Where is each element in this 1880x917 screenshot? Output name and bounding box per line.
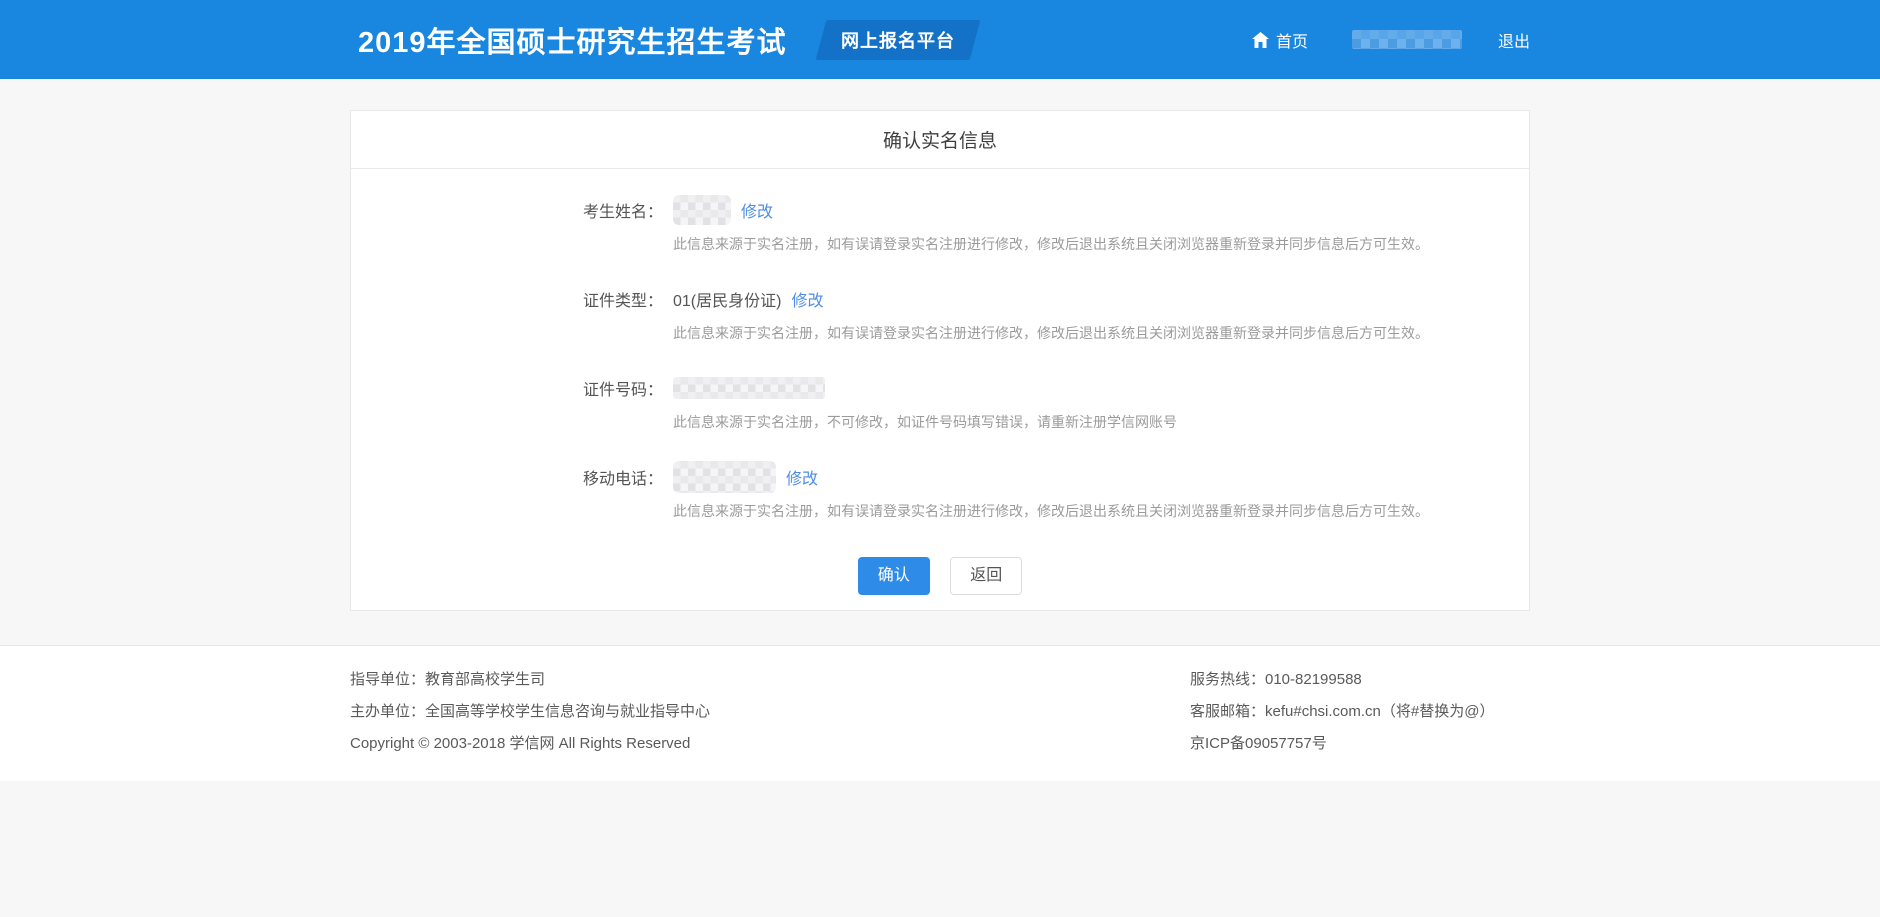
organizer-line: 主办单位：全国高等学校学生信息咨询与就业指导中心 xyxy=(350,701,1190,722)
masked-mobile xyxy=(673,461,776,493)
topbar-right: 首页 退出 xyxy=(1252,28,1530,52)
mobile-label: 移动电话： xyxy=(351,465,663,489)
email-line: 客服邮箱：kefu#chsi.com.cn（将#替换为@） xyxy=(1190,701,1530,722)
candidate-name-label: 考生姓名： xyxy=(351,198,663,222)
id-number-note: 此信息来源于实名注册，不可修改，如证件号码填写错误，请重新注册学信网账号 xyxy=(673,412,1529,432)
row-id-type: 证件类型： 01(居民身份证) 修改 此信息来源于实名注册，如有误请登录实名注册… xyxy=(351,284,1529,343)
edit-mobile-link[interactable]: 修改 xyxy=(786,465,818,489)
platform-badge: 网上报名平台 xyxy=(815,20,980,60)
card-header: 确认实名信息 xyxy=(351,111,1529,169)
edit-id-type-link[interactable]: 修改 xyxy=(791,287,823,311)
id-type-value: 01(居民身份证) xyxy=(673,287,781,311)
masked-candidate-name xyxy=(673,195,731,225)
button-row: 确认 返回 xyxy=(351,557,1529,595)
masked-username xyxy=(1352,30,1462,49)
row-candidate-name: 考生姓名： 修改 此信息来源于实名注册，如有误请登录实名注册进行修改，修改后退出… xyxy=(351,195,1529,254)
confirm-button[interactable]: 确认 xyxy=(858,557,930,595)
edit-name-link[interactable]: 修改 xyxy=(741,198,773,222)
candidate-name-note: 此信息来源于实名注册，如有误请登录实名注册进行修改，修改后退出系统且关闭浏览器重… xyxy=(673,234,1529,254)
confirm-card: 确认实名信息 考生姓名： 修改 此信息来源于实名注册，如有误请登录实名注册进行修… xyxy=(350,110,1530,611)
card-title: 确认实名信息 xyxy=(883,126,997,153)
id-type-note: 此信息来源于实名注册，如有误请登录实名注册进行修改，修改后退出系统且关闭浏览器重… xyxy=(673,323,1529,343)
home-icon xyxy=(1252,32,1269,48)
row-mobile: 移动电话： 修改 此信息来源于实名注册，如有误请登录实名注册进行修改，修改后退出… xyxy=(351,462,1529,521)
mobile-note: 此信息来源于实名注册，如有误请登录实名注册进行修改，修改后退出系统且关闭浏览器重… xyxy=(673,501,1529,521)
hotline-line: 服务热线：010-82199588 xyxy=(1190,669,1530,690)
page-footer: 指导单位：教育部高校学生司 主办单位：全国高等学校学生信息咨询与就业指导中心 C… xyxy=(0,645,1880,781)
platform-badge-label: 网上报名平台 xyxy=(841,27,955,53)
id-type-label: 证件类型： xyxy=(351,287,663,311)
back-button[interactable]: 返回 xyxy=(950,557,1022,595)
guidance-line: 指导单位：教育部高校学生司 xyxy=(350,669,1190,690)
site-title: 2019年全国硕士研究生招生考试 xyxy=(350,19,787,61)
top-bar: 2019年全国硕士研究生招生考试 网上报名平台 首页 退出 xyxy=(0,0,1880,79)
main-content: 确认实名信息 考生姓名： 修改 此信息来源于实名注册，如有误请登录实名注册进行修… xyxy=(350,110,1530,611)
masked-id-number xyxy=(673,377,825,399)
home-link[interactable]: 首页 xyxy=(1252,28,1308,52)
icp-line: 京ICP备09057757号 xyxy=(1190,733,1530,754)
id-number-label: 证件号码： xyxy=(351,376,663,400)
home-label: 首页 xyxy=(1276,28,1308,52)
logout-link[interactable]: 退出 xyxy=(1498,28,1530,52)
row-id-number: 证件号码： 此信息来源于实名注册，不可修改，如证件号码填写错误，请重新注册学信网… xyxy=(351,373,1529,432)
copyright-line: Copyright © 2003-2018 学信网 All Rights Res… xyxy=(350,733,1190,754)
